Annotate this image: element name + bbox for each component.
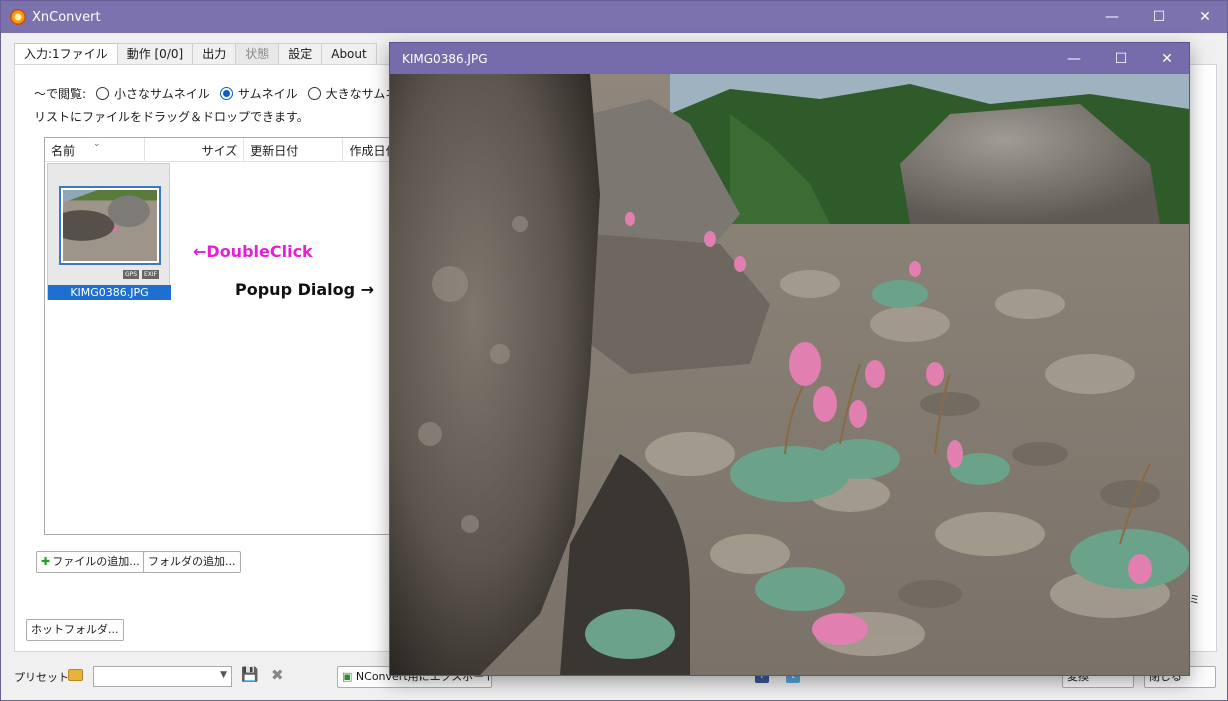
tab-settings[interactable]: 設定 — [278, 43, 323, 64]
double-click-annotation: ←DoubleClick — [193, 242, 313, 261]
radio-large-thumbnail[interactable] — [307, 87, 321, 100]
view-mode-row: 〜で閲覧: 小さなサムネイル サムネイル 大きなサムネイル — [34, 85, 421, 102]
tab-actions[interactable]: 動作 [0/0] — [116, 43, 194, 64]
main-titlebar[interactable]: XnConvert — ☐ ✕ — [1, 1, 1227, 33]
exif-badge: EXIF — [142, 270, 160, 279]
preset-label: プリセット: — [14, 671, 73, 684]
chevron-down-icon: ▼ — [220, 670, 227, 680]
option-small-thumbnail[interactable]: 小さなサムネイル — [114, 85, 210, 102]
export-icon: ▣ — [342, 670, 353, 683]
xnconvert-logo-icon — [10, 9, 26, 25]
preview-photo — [390, 74, 1189, 675]
file-name-label: KIMG0386.JPG — [48, 285, 171, 300]
file-list[interactable]: 名前 サイズ 更新日付 作成日付 ⌄ GPS EXIF KIMG0386.JPG — [44, 137, 404, 535]
drag-drop-hint: リストにファイルをドラッグ＆ドロップできます。 — [34, 110, 309, 124]
radio-small-thumbnail[interactable] — [96, 87, 110, 100]
folder-open-icon[interactable] — [68, 669, 83, 681]
dialog-maximize-button[interactable]: ☐ — [1098, 43, 1144, 74]
minimize-button[interactable]: — — [1089, 1, 1135, 33]
file-list-header: 名前 サイズ 更新日付 作成日付 ⌄ — [45, 138, 403, 162]
tab-input[interactable]: 入力:1ファイル — [14, 43, 118, 65]
save-preset-icon[interactable]: 💾 — [241, 667, 258, 683]
column-size[interactable]: サイズ — [145, 138, 245, 162]
preset-select[interactable]: ▼ — [93, 666, 232, 687]
column-modified[interactable]: 更新日付 — [244, 138, 344, 162]
dialog-title: KIMG0386.JPG — [402, 51, 488, 66]
main-tabs: 入力:1ファイル 動作 [0/0] 出力 状態 設定 About — [14, 43, 377, 65]
mountain-flower-photo — [390, 74, 1189, 675]
popup-dialog-annotation: Popup Dialog → — [235, 280, 375, 299]
tab-about[interactable]: About — [321, 43, 377, 64]
delete-preset-icon[interactable]: ✖ — [271, 666, 284, 684]
view-mode-label: 〜で閲覧: — [34, 87, 87, 101]
thumbnail-frame — [59, 186, 161, 265]
sort-indicator-icon: ⌄ — [93, 139, 101, 149]
add-folder-button[interactable]: フォルダの追加... — [143, 551, 241, 573]
close-window-button[interactable]: ✕ — [1182, 1, 1228, 33]
plus-icon: ✚ — [41, 555, 51, 568]
dialog-close-button[interactable]: ✕ — [1144, 43, 1190, 74]
app-title: XnConvert — [32, 9, 101, 25]
option-thumbnail[interactable]: サムネイル — [238, 85, 298, 102]
dialog-titlebar[interactable]: KIMG0386.JPG — ☐ ✕ — [390, 43, 1189, 74]
list-item[interactable]: GPS EXIF KIMG0386.JPG — [47, 163, 171, 300]
side-text: ミ — [1189, 593, 1200, 606]
tab-output[interactable]: 出力 — [192, 43, 237, 64]
hot-folder-button[interactable]: ホットフォルダ... — [26, 619, 124, 641]
tab-status[interactable]: 状態 — [235, 43, 280, 64]
thumbnail-image — [63, 190, 157, 261]
add-files-label: ファイルの追加... — [52, 555, 140, 568]
image-preview-dialog: KIMG0386.JPG — ☐ ✕ — [389, 42, 1190, 676]
maximize-button[interactable]: ☐ — [1136, 1, 1182, 33]
gps-badge: GPS — [123, 270, 140, 279]
add-files-button[interactable]: ✚ ファイルの追加... — [36, 551, 145, 573]
radio-thumbnail[interactable] — [219, 87, 233, 100]
dialog-minimize-button[interactable]: — — [1051, 43, 1097, 74]
